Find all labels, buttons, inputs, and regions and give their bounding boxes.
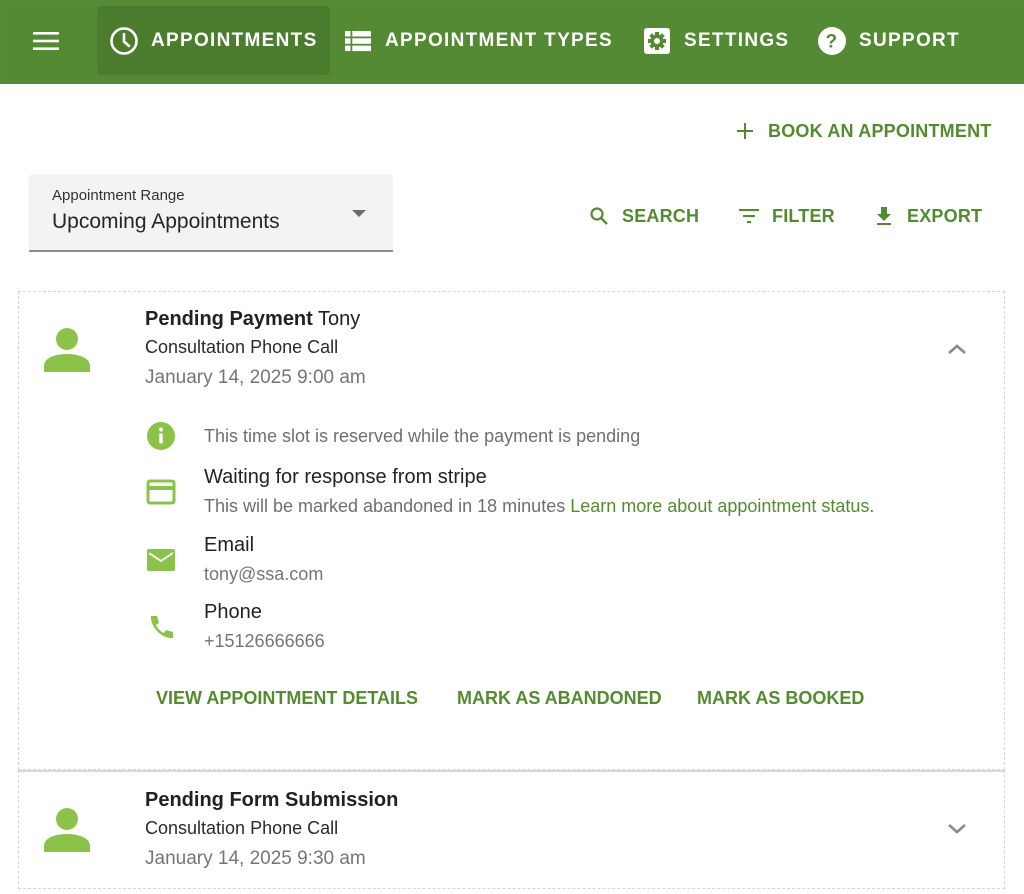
gear-icon xyxy=(642,26,672,56)
appointment-date: January 14, 2025 9:30 am xyxy=(145,848,366,869)
export-label: EXPORT xyxy=(907,205,983,226)
email-value: tony@ssa.com xyxy=(204,564,324,584)
payment-status-subtext: This will be marked abandoned in 18 minu… xyxy=(204,496,874,517)
view-appointment-details-button[interactable]: VIEW APPOINTMENT DETAILS xyxy=(156,688,418,709)
filter-button[interactable]: FILTER xyxy=(738,205,835,227)
person-icon xyxy=(44,808,90,852)
appointment-range-select[interactable]: Appointment Range Upcoming Appointments xyxy=(29,174,393,252)
info-icon xyxy=(145,420,177,452)
menu-button[interactable] xyxy=(26,24,66,58)
nav-tab-label: APPOINTMENTS xyxy=(151,29,318,51)
collapse-button[interactable] xyxy=(943,335,971,363)
appointment-card[interactable]: Pending Form Submission Consultation Pho… xyxy=(18,770,1005,889)
phone-label: Phone xyxy=(204,601,262,623)
person-icon xyxy=(44,328,90,372)
email-icon xyxy=(145,544,177,576)
phone-value: +15126666666 xyxy=(204,631,325,651)
hamburger-menu-icon xyxy=(33,32,59,50)
search-button[interactable]: SEARCH xyxy=(588,205,699,227)
learn-more-link[interactable]: Learn more about appointment status. xyxy=(570,496,874,516)
appointment-status: Pending Form Submission xyxy=(145,789,399,811)
mark-as-abandoned-button[interactable]: MARK AS ABANDONED xyxy=(457,688,662,709)
search-icon xyxy=(588,205,610,227)
filter-icon xyxy=(738,205,760,227)
filter-label: FILTER xyxy=(772,205,835,226)
chevron-down-icon xyxy=(948,824,966,834)
appointment-type: Consultation Phone Call xyxy=(145,337,339,357)
nav-tab-label: SUPPORT xyxy=(859,29,960,51)
appointment-card: Pending Payment Tony Consultation Phone … xyxy=(18,291,1005,770)
chevron-up-icon xyxy=(948,344,966,354)
nav-tab-support[interactable]: ? SUPPORT xyxy=(817,6,960,75)
book-appointment-label: BOOK AN APPOINTMENT xyxy=(768,120,992,141)
download-icon xyxy=(873,205,895,227)
mark-as-booked-button[interactable]: MARK AS BOOKED xyxy=(697,688,864,709)
abandon-timer-text: This will be marked abandoned in 18 minu… xyxy=(204,496,566,516)
plus-icon xyxy=(734,120,756,142)
appointment-title: Pending Form Submission xyxy=(145,789,398,812)
credit-card-icon xyxy=(145,476,177,508)
nav-tab-label: SETTINGS xyxy=(684,29,790,51)
payment-status-title: Waiting for response from stripe xyxy=(204,466,487,488)
appointment-type: Consultation Phone Call xyxy=(145,818,339,838)
appointment-title: Pending Payment Tony xyxy=(145,308,360,331)
appointment-range-label: Appointment Range xyxy=(52,187,185,204)
nav-tab-appointment-types[interactable]: APPOINTMENT TYPES xyxy=(343,6,613,75)
book-appointment-button[interactable]: BOOK AN APPOINTMENT xyxy=(734,120,991,142)
appointment-status: Pending Payment xyxy=(145,308,313,330)
search-label: SEARCH xyxy=(622,205,700,226)
phone-icon xyxy=(145,611,177,643)
list-icon xyxy=(343,26,373,56)
appointment-date: January 14, 2025 9:00 am xyxy=(145,367,366,388)
email-label: Email xyxy=(204,534,255,556)
expand-button[interactable] xyxy=(943,815,971,843)
top-nav-bar: APPOINTMENTS APPOINTMENT TYPES SETTINGS … xyxy=(0,0,1024,84)
appointment-range-value: Upcoming Appointments xyxy=(52,210,280,233)
dropdown-arrow-icon xyxy=(352,210,366,217)
nav-tab-settings[interactable]: SETTINGS xyxy=(642,6,789,75)
nav-tab-label: APPOINTMENT TYPES xyxy=(385,29,613,51)
help-icon: ? xyxy=(817,26,847,56)
info-note-text: This time slot is reserved while the pay… xyxy=(204,426,641,446)
clock-icon xyxy=(109,26,139,56)
client-name: Tony xyxy=(318,308,361,330)
export-button[interactable]: EXPORT xyxy=(873,205,982,227)
svg-text:?: ? xyxy=(826,31,839,52)
nav-tab-appointments[interactable]: APPOINTMENTS xyxy=(97,6,330,75)
